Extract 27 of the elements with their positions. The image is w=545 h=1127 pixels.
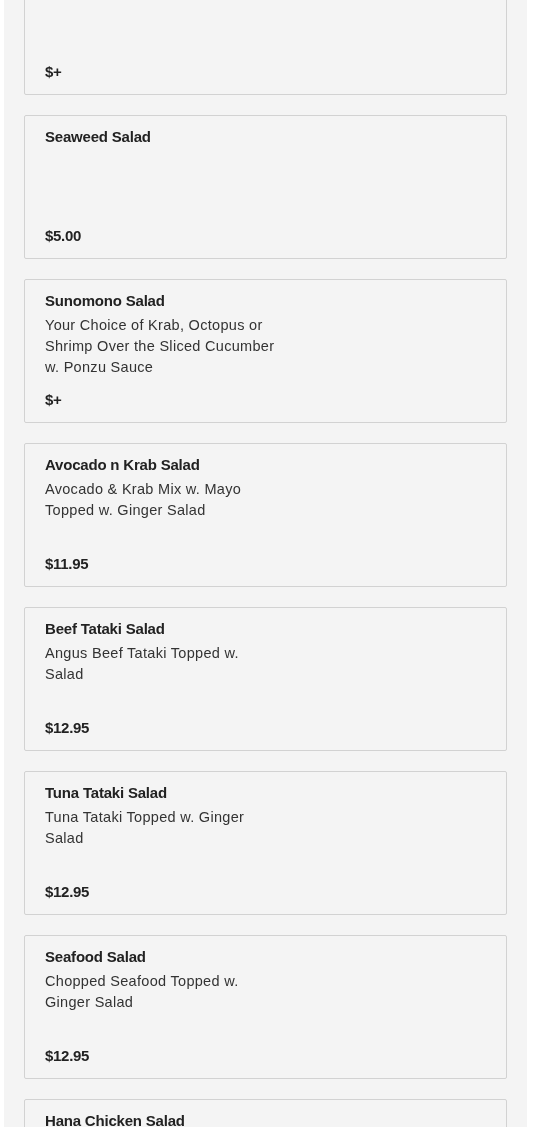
item-price: $+: [45, 62, 63, 82]
item-description: Tuna Tataki Topped w. Ginger Salad: [45, 808, 246, 848]
item-description: Your Choice of Krab, Octopus or Shrimp Over the Sliced Cucumber w. Ponzu Sauce: [45, 316, 276, 377]
item-description: Angus Beef Tataki Topped w. Salad: [45, 644, 240, 684]
menu-item-card[interactable]: Avocado n Krab Salad Avocado & Krab Mix w. Mayo Topped w. Ginger Salad $11.95: [24, 443, 507, 587]
item-name: Seaweed Salad: [45, 127, 152, 147]
item-name: Tuna Tataki Salad: [45, 783, 168, 803]
item-name: Avocado n Krab Salad: [45, 455, 201, 475]
menu-item-card[interactable]: Seaweed Salad $5.00: [24, 115, 507, 259]
menu-item-card[interactable]: Seafood Salad Chopped Seafood Topped w. Ginger Salad $12.95: [24, 935, 507, 1079]
item-description: Chopped Seafood Topped w. Ginger Salad: [45, 972, 240, 1012]
item-name: Seafood Salad: [45, 947, 147, 967]
item-price: $12.95: [45, 1046, 91, 1066]
menu-item-card[interactable]: Beef Tataki Salad Angus Beef Tataki Topped w. Salad $12.95: [24, 607, 507, 751]
item-name: Sunomono Salad: [45, 291, 166, 311]
item-price: $12.95: [45, 882, 91, 902]
item-description: Avocado & Krab Mix w. Mayo Topped w. Ginger Salad: [45, 480, 243, 520]
item-price: $12.95: [45, 718, 91, 738]
menu-item-card[interactable]: Tuna Tataki Salad Tuna Tataki Topped w. Ginger Salad $12.95: [24, 771, 507, 915]
item-name: Hana Chicken Salad: [45, 1111, 186, 1127]
menu-item-card[interactable]: Sunomono Salad Your Choice of Krab, Octopus or Shrimp Over the Sliced Cucumber w. Ponzu Sauce $+: [24, 279, 507, 423]
item-name: Beef Tataki Salad: [45, 619, 166, 639]
item-price: $5.00: [45, 226, 83, 246]
item-price: $+: [45, 390, 63, 410]
menu-item-card[interactable]: Hana Chicken Salad: [24, 1099, 507, 1127]
menu-item-card[interactable]: $+: [24, 0, 507, 95]
item-price: $11.95: [45, 554, 90, 574]
